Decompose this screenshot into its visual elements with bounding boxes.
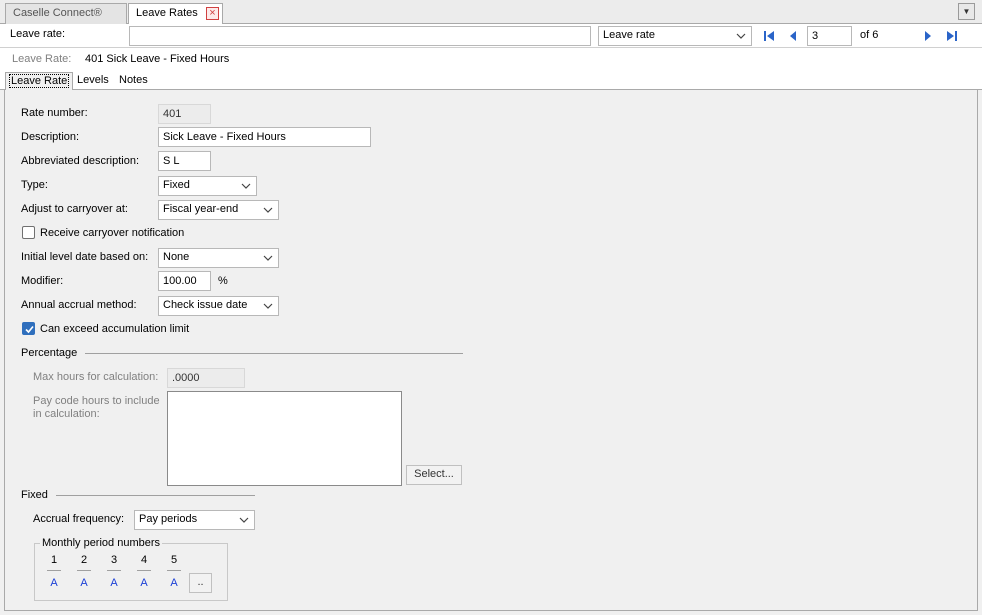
modifier-label: Modifier: (21, 275, 64, 287)
period-number: 2 (80, 554, 88, 566)
tab-label: Leave Rates (136, 7, 198, 19)
max-hours-field (167, 368, 245, 388)
tab-caselle-connect[interactable]: Caselle Connect® (5, 3, 127, 24)
carryover-select[interactable]: Fiscal year-end (158, 200, 279, 220)
accrual-frequency-label: Accrual frequency: (33, 513, 125, 525)
period-value[interactable]: A (167, 577, 181, 589)
rate-number-field (158, 104, 211, 124)
period-number: 3 (110, 554, 118, 566)
type-label: Type: (21, 179, 48, 191)
more-periods-button[interactable]: .. (189, 573, 212, 593)
tab-leave-rate[interactable]: Leave Rate (5, 72, 74, 91)
tab-leave-rates[interactable]: Leave Rates × (128, 3, 223, 25)
check-icon (25, 325, 34, 334)
rate-number-label: Rate number: (21, 107, 88, 119)
search-label: Leave rate: (10, 28, 66, 40)
annual-accrual-select[interactable]: Check issue date (158, 296, 279, 316)
record-count-label: of 6 (860, 29, 879, 41)
period-value[interactable]: A (137, 577, 151, 589)
previous-record-icon[interactable] (786, 28, 800, 44)
period-number: 1 (50, 554, 58, 566)
description-field[interactable] (158, 127, 371, 147)
carryover-notification-label: Receive carryover notification (40, 227, 185, 239)
annual-accrual-label: Annual accrual method: (21, 299, 137, 311)
period-divider (107, 570, 121, 571)
period-divider (167, 570, 181, 571)
search-field-value: Leave rate (603, 29, 655, 41)
period-value[interactable]: A (47, 577, 61, 589)
last-record-icon[interactable] (945, 28, 959, 44)
description-label: Description: (21, 131, 80, 143)
next-record-icon[interactable] (921, 28, 935, 44)
carryover-value: Fiscal year-end (163, 203, 239, 215)
record-number-input[interactable] (807, 26, 852, 46)
pay-code-label-line1: Pay code hours to include (33, 395, 160, 407)
period-divider (137, 570, 151, 571)
tab-label: Levels (77, 74, 109, 86)
chevron-down-icon (263, 303, 273, 309)
document-tab-strip: Caselle Connect® Leave Rates × ▼ (0, 0, 982, 25)
tab-label: Caselle Connect® (13, 7, 102, 19)
exceed-limit-checkbox[interactable] (22, 322, 35, 335)
chevron-down-icon (736, 33, 746, 39)
period-divider (47, 570, 61, 571)
modifier-unit: % (218, 275, 228, 287)
select-button[interactable]: Select... (406, 465, 462, 485)
abbreviated-description-label: Abbreviated description: (21, 155, 140, 167)
record-label: Leave Rate: (12, 53, 72, 65)
first-record-icon[interactable] (762, 28, 776, 44)
leave-rate-panel (4, 90, 978, 611)
fixed-section-title: Fixed (21, 489, 48, 501)
accrual-frequency-value: Pay periods (139, 513, 198, 525)
search-input[interactable] (129, 26, 591, 46)
section-divider (85, 353, 463, 354)
pay-code-list[interactable] (167, 391, 402, 486)
period-number: 4 (140, 554, 148, 566)
max-hours-label: Max hours for calculation: (33, 371, 159, 383)
initial-level-value: None (163, 251, 190, 263)
initial-level-select[interactable]: None (158, 248, 279, 268)
accrual-frequency-select[interactable]: Pay periods (134, 510, 255, 530)
section-divider (56, 495, 255, 496)
type-value: Fixed (163, 179, 190, 191)
exceed-limit-label: Can exceed accumulation limit (40, 323, 190, 335)
chevron-down-icon[interactable]: ▼ (958, 3, 975, 20)
initial-level-label: Initial level date based on: (21, 251, 149, 263)
period-value[interactable]: A (107, 577, 121, 589)
close-icon[interactable]: × (206, 7, 219, 20)
tab-label: Leave Rate (9, 74, 70, 88)
tab-notes[interactable]: Notes (116, 72, 151, 90)
carryover-label: Adjust to carryover at: (21, 203, 128, 215)
tab-label: Notes (119, 74, 148, 86)
annual-accrual-value: Check issue date (163, 299, 248, 311)
type-select[interactable]: Fixed (158, 176, 257, 196)
pay-code-label-line2: in calculation: (33, 408, 100, 420)
carryover-notification-checkbox[interactable] (22, 226, 35, 239)
chevron-down-icon (263, 255, 273, 261)
search-field-select[interactable]: Leave rate (598, 26, 752, 46)
chevron-down-icon (263, 207, 273, 213)
record-value: 401 Sick Leave - Fixed Hours (85, 53, 230, 65)
period-value[interactable]: A (77, 577, 91, 589)
chevron-down-icon (239, 517, 249, 523)
sub-tab-strip: Leave Rate Levels Notes (0, 70, 982, 91)
tab-levels[interactable]: Levels (74, 72, 112, 90)
chevron-down-icon (241, 183, 251, 189)
modifier-field[interactable] (158, 271, 211, 291)
abbreviated-description-field[interactable] (158, 151, 211, 171)
period-number: 5 (170, 554, 178, 566)
monthly-period-title: Monthly period numbers (40, 537, 163, 549)
period-divider (77, 570, 91, 571)
record-header: Leave Rate: 401 Sick Leave - Fixed Hours (0, 48, 982, 70)
percentage-section-title: Percentage (21, 347, 78, 359)
